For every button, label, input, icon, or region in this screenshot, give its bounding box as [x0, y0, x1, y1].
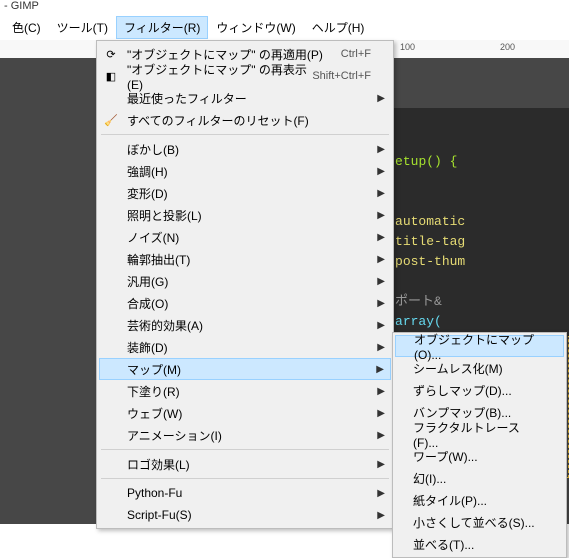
- chevron-right-icon: ▶: [377, 459, 385, 470]
- menu-distort[interactable]: 変形(D)▶: [99, 182, 391, 204]
- chevron-right-icon: ▶: [377, 430, 385, 441]
- chevron-right-icon: ▶: [377, 298, 385, 309]
- chevron-right-icon: ▶: [377, 342, 385, 353]
- chevron-right-icon: ▶: [377, 93, 385, 104]
- menu-logo[interactable]: ロゴ効果(L)▶: [99, 453, 391, 475]
- menu-render[interactable]: 下塗り(R)▶: [99, 380, 391, 402]
- chevron-right-icon: ▶: [377, 320, 385, 331]
- menu-generic[interactable]: 汎用(G)▶: [99, 270, 391, 292]
- repeat-icon: ⟳: [103, 46, 119, 62]
- menu-light[interactable]: 照明と投影(L)▶: [99, 204, 391, 226]
- chevron-right-icon: ▶: [377, 144, 385, 155]
- menu-help[interactable]: ヘルプ(H): [304, 16, 373, 39]
- chevron-right-icon: ▶: [376, 364, 384, 375]
- submenu-warp[interactable]: ワープ(W)...: [395, 445, 564, 467]
- chevron-right-icon: ▶: [377, 276, 385, 287]
- submenu-seamless[interactable]: シームレス化(M): [395, 357, 564, 379]
- menu-tools[interactable]: ツール(T): [49, 16, 116, 39]
- menu-separator: [101, 449, 389, 450]
- menu-windows[interactable]: ウィンドウ(W): [208, 16, 303, 39]
- submenu-illusion[interactable]: 幻(I)...: [395, 467, 564, 489]
- chevron-right-icon: ▶: [377, 188, 385, 199]
- menu-edge[interactable]: 輪郭抽出(T)▶: [99, 248, 391, 270]
- menu-separator: [101, 478, 389, 479]
- menu-color[interactable]: 色(C): [4, 16, 49, 39]
- menu-python-fu[interactable]: Python-Fu▶: [99, 482, 391, 504]
- menu-script-fu[interactable]: Script-Fu(S)▶: [99, 504, 391, 526]
- menu-filters[interactable]: フィルター(R): [116, 16, 208, 39]
- window-title: - GIMP: [0, 0, 569, 14]
- submenu-fractal-trace[interactable]: フラクタルトレース(F)...: [395, 423, 564, 445]
- chevron-right-icon: ▶: [377, 210, 385, 221]
- chevron-right-icon: ▶: [377, 408, 385, 419]
- chevron-right-icon: ▶: [377, 232, 385, 243]
- chevron-right-icon: ▶: [377, 254, 385, 265]
- chevron-right-icon: ▶: [377, 166, 385, 177]
- menu-separator: [101, 134, 389, 135]
- menu-animation[interactable]: アニメーション(I)▶: [99, 424, 391, 446]
- submenu-map-object[interactable]: オブジェクトにマップ(O)...: [395, 335, 564, 357]
- menu-blur[interactable]: ぼかし(B)▶: [99, 138, 391, 160]
- menu-artistic[interactable]: 芸術的効果(A)▶: [99, 314, 391, 336]
- menu-reshow-last[interactable]: ◧ "オブジェクトにマップ" の再表示(E) Shift+Ctrl+F: [99, 65, 391, 87]
- map-submenu: オブジェクトにマップ(O)... シームレス化(M) ずらしマップ(D)... …: [392, 332, 567, 558]
- menu-combine[interactable]: 合成(O)▶: [99, 292, 391, 314]
- reset-icon: 🧹: [103, 112, 119, 128]
- submenu-tile[interactable]: 並べる(T)...: [395, 533, 564, 555]
- filters-dropdown: ⟳ "オブジェクトにマップ" の再適用(P) Ctrl+F ◧ "オブジェクトに…: [96, 40, 394, 529]
- chevron-right-icon: ▶: [377, 510, 385, 521]
- chevron-right-icon: ▶: [377, 488, 385, 499]
- reshow-icon: ◧: [103, 68, 119, 84]
- chevron-right-icon: ▶: [377, 386, 385, 397]
- menu-web[interactable]: ウェブ(W)▶: [99, 402, 391, 424]
- menu-reset-filters[interactable]: 🧹 すべてのフィルターのリセット(F): [99, 109, 391, 131]
- menubar: 色(C) ツール(T) フィルター(R) ウィンドウ(W) ヘルプ(H): [0, 14, 569, 42]
- menu-noise[interactable]: ノイズ(N)▶: [99, 226, 391, 248]
- menu-recent-filters[interactable]: 最近使ったフィルター▶: [99, 87, 391, 109]
- menu-map[interactable]: マップ(M)▶: [99, 358, 391, 380]
- submenu-papertile[interactable]: 紙タイル(P)...: [395, 489, 564, 511]
- menu-enhance[interactable]: 強調(H)▶: [99, 160, 391, 182]
- menu-decor[interactable]: 装飾(D)▶: [99, 336, 391, 358]
- submenu-small-tiles[interactable]: 小さくして並べる(S)...: [395, 511, 564, 533]
- submenu-displace[interactable]: ずらしマップ(D)...: [395, 379, 564, 401]
